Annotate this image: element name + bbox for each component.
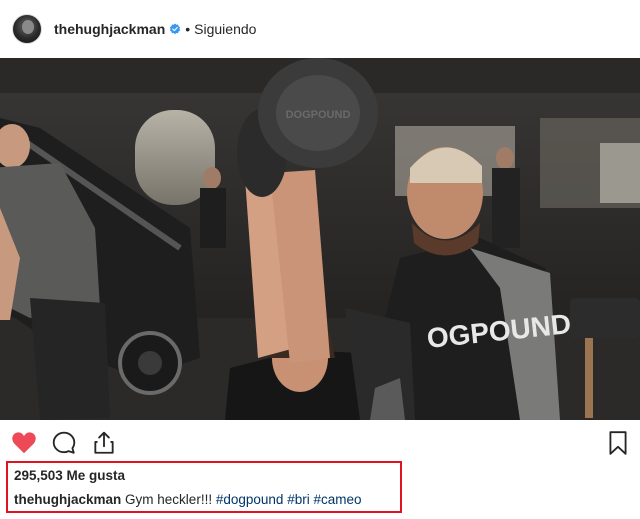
caption-text: Gym heckler!!!: [125, 492, 213, 507]
like-heart-icon[interactable]: [11, 430, 37, 456]
verified-badge-icon: [170, 23, 181, 35]
hashtag-link[interactable]: #cameo: [313, 492, 361, 507]
likes-count[interactable]: 295,503 Me gusta: [14, 468, 125, 483]
post-photo[interactable]: DOGPOUND OGPOUND: [0, 58, 640, 420]
dumbbell-brand-text: DOGPOUND: [286, 109, 351, 121]
post-caption: thehughjackman Gym heckler!!! #dogpound …: [14, 492, 362, 507]
separator-dot: •: [185, 21, 191, 37]
post-header: thehughjackman • Siguiendo: [0, 0, 640, 58]
caption-username-link[interactable]: thehughjackman: [14, 492, 121, 507]
highlighted-caption-region: 295,503 Me gusta thehughjackman Gym heck…: [6, 461, 402, 513]
post-action-bar: [0, 420, 640, 464]
comment-icon[interactable]: [51, 430, 77, 456]
bookmark-save-icon[interactable]: [605, 430, 631, 456]
hashtag-link[interactable]: #dogpound: [216, 492, 284, 507]
username-link[interactable]: thehughjackman: [54, 21, 165, 37]
avatar[interactable]: [12, 14, 42, 44]
gym-scene-image: DOGPOUND OGPOUND: [0, 58, 640, 420]
share-upload-icon[interactable]: [91, 430, 117, 456]
hashtag-link[interactable]: #bri: [287, 492, 310, 507]
follow-status-button[interactable]: Siguiendo: [194, 21, 256, 37]
